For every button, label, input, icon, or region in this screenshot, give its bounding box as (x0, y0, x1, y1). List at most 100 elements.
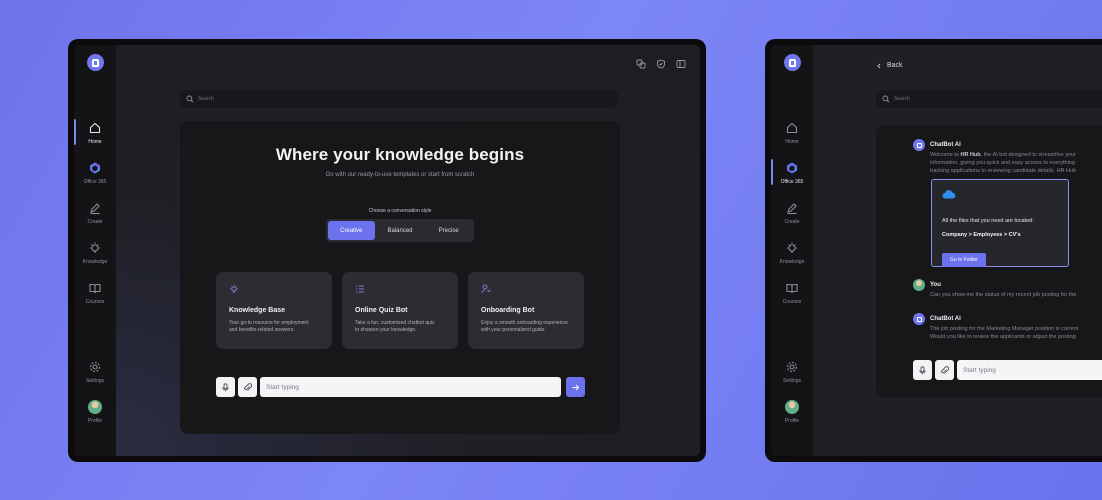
sidebar-item-create[interactable]: Create (74, 193, 116, 233)
avatar (88, 400, 102, 414)
sidebar-item-office-365[interactable]: Office 365 (771, 153, 813, 193)
template-tile-knowledge-base[interactable]: Knowledge Base Your go-to resource for e… (216, 272, 332, 349)
shield-icon[interactable] (656, 59, 666, 69)
template-tile-online-quiz-bot[interactable]: Online Quiz Bot Take a fun, customized c… (342, 272, 458, 349)
list-icon (356, 285, 364, 293)
sidebar-item-create[interactable]: Create (771, 193, 813, 233)
message-input[interactable] (957, 360, 1102, 380)
files-location-card: All the files that you need are located:… (931, 179, 1069, 267)
sidebar-item-label: Courses (782, 299, 802, 305)
message-text: tracking applications to reviewing candi… (930, 168, 1077, 174)
template-tile-onboarding-bot[interactable]: Onboarding Bot Enjoy a smooth onboarding… (468, 272, 584, 349)
attach-button[interactable] (238, 377, 257, 397)
welcome-card: Where your knowledge begins Go with our … (180, 121, 620, 434)
page-title: Where your knowledge begins (275, 145, 525, 164)
search-input[interactable] (198, 96, 398, 102)
sidebar-item-courses[interactable]: Courses (74, 273, 116, 313)
bot-avatar (913, 313, 925, 325)
sidebar-item-settings[interactable]: Settings (74, 352, 116, 392)
chat-message-bot: ChatBot AI The job posting for the Marke… (913, 313, 1078, 341)
device-frame-chat: Home Office 365 Create Knowledge Courses (765, 39, 1102, 462)
sidebar-item-label: Create (784, 219, 800, 225)
sidebar-item-label: Home (88, 139, 102, 145)
page-subtitle: Go with our ready-to-use templates or st… (325, 172, 475, 178)
files-location-text: All the files that you need are located: (942, 218, 1034, 224)
main-content: Where your knowledge begins Go with our … (116, 45, 700, 456)
style-option-precise[interactable]: Precise (425, 221, 472, 240)
back-label: Back (887, 62, 903, 69)
message-author: ChatBot AI (930, 142, 961, 148)
chat-panel: ChatBot AI Welcome to HR Hub, the AI bot… (876, 125, 1102, 397)
book-icon (786, 283, 798, 294)
voice-input-button[interactable] (216, 377, 235, 397)
sidebar-item-label: Settings (782, 378, 802, 384)
tile-description-line-1: Enjoy a smooth onboarding experience (481, 320, 568, 326)
sidebar: Home Office 365 Create Knowledge Courses (771, 45, 813, 456)
lightbulb-icon (90, 242, 100, 253)
sidebar-item-courses[interactable]: Courses (771, 273, 813, 313)
microphone-icon (222, 382, 229, 391)
message-composer (216, 377, 585, 397)
files-path: Company > Employees > CV's (942, 232, 1021, 238)
attach-button[interactable] (935, 360, 954, 380)
tile-description-line-1: Take a fun, customized chatbot quiz (355, 320, 435, 326)
search-icon (882, 95, 890, 103)
app-screen-main: Home Office 365 Create Knowledge Courses (74, 45, 700, 456)
sidebar-item-home[interactable]: Home (74, 113, 116, 153)
go-to-folder-button[interactable]: Go to Folder (942, 253, 986, 267)
message-text: Can you show me the status of my recent … (930, 292, 1077, 298)
tile-description-line-2: with your personalized guide. (481, 327, 546, 333)
message-input[interactable] (260, 377, 561, 397)
cloud-icon (942, 190, 956, 199)
chevron-left-icon (877, 63, 881, 68)
sidebar-item-profile[interactable]: Profile (771, 392, 813, 432)
sidebar-item-knowledge[interactable]: Knowledge (771, 233, 813, 273)
search-input[interactable] (894, 96, 1044, 102)
book-icon (89, 283, 101, 294)
chat-main: Back ChatBot AI Welcome to HR Hub, the A… (813, 45, 1102, 456)
sidebar-item-office-365[interactable]: Office 365 (74, 153, 116, 193)
sidebar-item-label: Settings (85, 378, 105, 384)
office-365-icon (787, 162, 797, 174)
hr-hub-logo-icon[interactable] (86, 54, 104, 71)
sidebar-item-home[interactable]: Home (771, 113, 813, 153)
avatar (913, 279, 925, 291)
sidebar-item-label: Office 365 (83, 179, 107, 185)
style-option-balanced[interactable]: Balanced (377, 221, 424, 240)
chat-message-user: You Can you show me the status of my rec… (913, 279, 1076, 299)
sidebar-nav: Home Office 365 Create Knowledge Courses (74, 113, 116, 313)
sidebar-item-profile[interactable]: Profile (74, 392, 116, 432)
sidebar-toggle-icon[interactable] (676, 59, 686, 69)
tile-description-line-1: Your go-to resource for employment (229, 320, 309, 326)
sidebar-bottom: Settings Profile (771, 352, 813, 432)
sidebar-item-knowledge[interactable]: Knowledge (74, 233, 116, 273)
search-bar[interactable] (180, 90, 618, 108)
translate-icon[interactable] (636, 59, 646, 69)
conversation-style-selector: Creative Balanced Precise (326, 219, 474, 242)
office-365-icon (90, 162, 100, 174)
voice-input-button[interactable] (913, 360, 932, 380)
message-text: The job posting for the Marketing Manage… (930, 326, 1079, 332)
message-author: You (930, 282, 941, 288)
back-button[interactable]: Back (876, 62, 903, 69)
template-tiles: Knowledge Base Your go-to resource for e… (216, 272, 584, 349)
pencil-icon (90, 203, 100, 215)
paperclip-icon (244, 382, 252, 391)
sidebar-item-settings[interactable]: Settings (771, 352, 813, 392)
paperclip-icon (941, 365, 949, 374)
device-frame-main: Home Office 365 Create Knowledge Courses (68, 39, 706, 462)
style-option-creative[interactable]: Creative (328, 221, 375, 240)
sidebar-item-label: Courses (85, 299, 105, 305)
sidebar-item-label: Knowledge (779, 259, 805, 265)
sidebar-item-label: Knowledge (82, 259, 108, 265)
microphone-icon (919, 365, 926, 374)
sidebar: Home Office 365 Create Knowledge Courses (74, 45, 116, 456)
send-button[interactable] (566, 377, 585, 397)
app-screen-chat: Home Office 365 Create Knowledge Courses (771, 45, 1102, 456)
user-bot-icon (481, 284, 491, 294)
hr-hub-logo-icon[interactable] (783, 54, 801, 71)
sidebar-nav: Home Office 365 Create Knowledge Courses (771, 113, 813, 313)
search-bar[interactable] (876, 90, 1102, 108)
message-author: ChatBot AI (930, 316, 961, 322)
sidebar-item-label: Create (87, 219, 103, 225)
